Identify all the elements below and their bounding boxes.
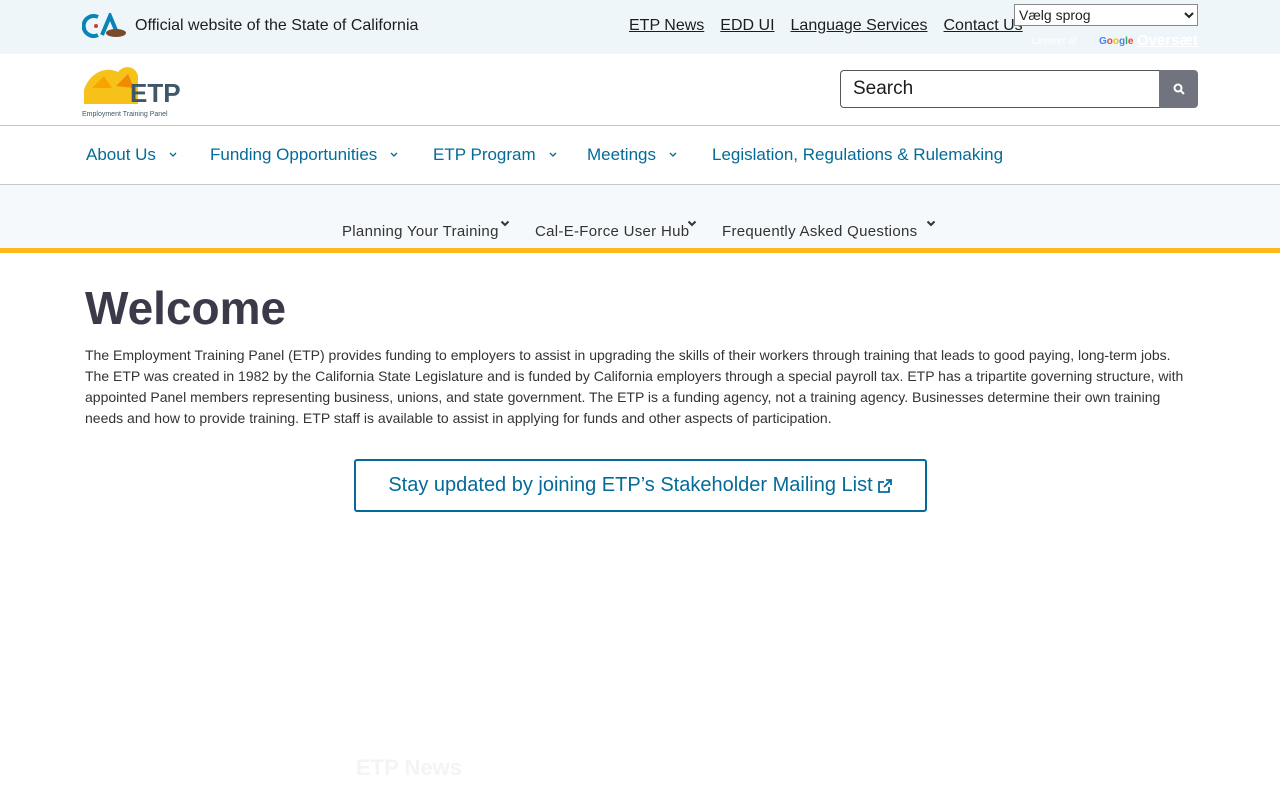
utility-bar: Official website of the State of Califor…: [0, 0, 1280, 54]
subnav-item-faq[interactable]: Frequently Asked Questions: [722, 223, 917, 240]
link-contact-us[interactable]: Contact Us: [944, 17, 1023, 35]
mailing-list-button[interactable]: Stay updated by joining ETP’s Stakeholde…: [354, 459, 927, 512]
search-input[interactable]: [840, 70, 1159, 108]
language-select[interactable]: Vælg sprog: [1014, 4, 1198, 26]
ca-state-logo-icon[interactable]: [82, 13, 128, 39]
link-etp-news[interactable]: ETP News: [629, 17, 704, 35]
chevron-down-icon: [500, 220, 510, 227]
nav-item-etp-program[interactable]: ETP Program: [433, 145, 558, 165]
chevron-down-icon: [687, 220, 697, 227]
accent-divider: [0, 248, 1280, 253]
external-link-icon: [877, 478, 892, 493]
mailing-list-label: Stay updated by joining ETP’s Stakeholde…: [388, 474, 873, 496]
subnav-item-planning-your-training[interactable]: Planning Your Training: [342, 223, 499, 240]
nav-label: Legislation, Regulations & Rulemaking: [712, 145, 1004, 164]
svg-text:ETP: ETP: [130, 78, 181, 108]
nav-item-about-us[interactable]: About Us: [86, 145, 178, 165]
chevron-down-icon: [926, 220, 936, 227]
official-website-text: Official website of the State of Califor…: [135, 17, 419, 34]
etp-logo[interactable]: ETP Employment Training Panel: [82, 62, 188, 120]
subnav-item-cal-e-force-user-hub[interactable]: Cal-E-Force User Hub: [535, 223, 689, 240]
search-button[interactable]: [1159, 70, 1198, 108]
translate-link[interactable]: Oversæt: [1137, 32, 1198, 49]
sub-nav: Planning Your Training Cal-E-Force User …: [0, 185, 1280, 248]
search-icon: [1173, 83, 1185, 95]
chevron-down-icon: [390, 152, 398, 157]
etp-logo-subtitle: Employment Training Panel: [82, 111, 168, 118]
google-logo: Google: [1099, 36, 1134, 47]
nav-label: Funding Opportunities: [210, 145, 378, 164]
chevron-down-icon: [669, 152, 677, 157]
nav-label: About Us: [86, 145, 156, 164]
main-nav: About Us Funding Opportunities ETP Progr…: [0, 126, 1280, 185]
chevron-down-icon: [169, 152, 177, 157]
chevron-down-icon: [549, 152, 557, 157]
link-edd-ui[interactable]: EDD UI: [720, 17, 774, 35]
intro-paragraph: The Employment Training Panel (ETP) prov…: [85, 347, 1184, 426]
nav-item-legislation[interactable]: Legislation, Regulations & Rulemaking: [712, 145, 1003, 165]
etp-news-heading: ETP News: [356, 755, 462, 780]
nav-item-meetings[interactable]: Meetings: [587, 145, 678, 165]
nav-label: ETP Program: [433, 145, 536, 164]
page-title: Welcome: [85, 282, 287, 334]
site-header: ETP Employment Training Panel: [0, 54, 1280, 126]
powered-by-text: Leveret af: [1032, 36, 1077, 47]
utility-links: ETP News EDD UI Language Services Contac…: [629, 17, 1023, 35]
nav-item-funding-opportunities[interactable]: Funding Opportunities: [210, 145, 399, 165]
search-box: [840, 70, 1198, 108]
link-language-services[interactable]: Language Services: [791, 17, 928, 35]
nav-label: Meetings: [587, 145, 656, 164]
